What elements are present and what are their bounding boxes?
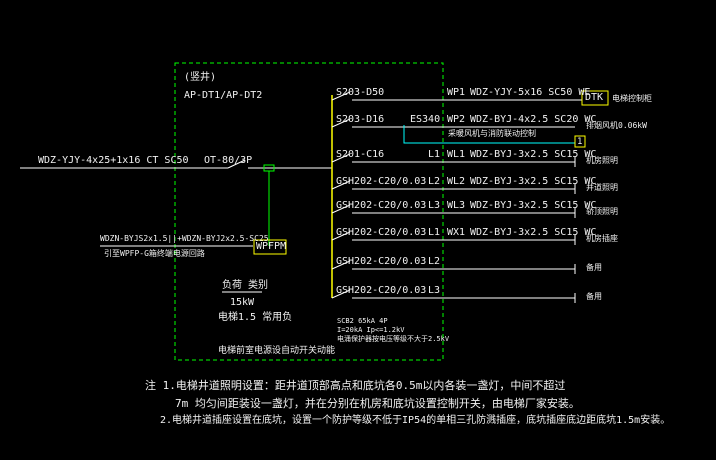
breaker-label: S203-D16 (336, 114, 385, 125)
breaker-label: GSH202-C20/0.03 (336, 200, 427, 211)
breaker-label: S201-C16 (336, 149, 385, 160)
fire-monitor-cable: WDZN-BYJS2x1.5||+WDZN-BYJ2x2.5-SC25 (100, 234, 269, 243)
load-name: 备用 (586, 292, 602, 301)
note-1b: 7m 均匀间距装设一盏灯，并在分别在机房和底坑设置控制开关，由电梯厂家安装。 (175, 397, 580, 410)
load-name: 机房照明 (586, 156, 618, 165)
breaker-label: GSH202-C20/0.03 (336, 227, 427, 238)
load-power: 15kW (230, 297, 255, 308)
breaker-label: GSH202-C20/0.03 (336, 285, 427, 296)
panel-note: 电梯前室电源设自动开关动能 (218, 346, 336, 356)
note-2: 2.电梯井道插座设置在底坑，设置一个防护等级不低于IP54的单相三孔防溅插座，底… (160, 415, 671, 426)
ann-label: 1 (577, 137, 583, 147)
cable-label: WDZ-YJY-5x16 SC50 WE (470, 87, 591, 98)
phase-label: L3 (428, 200, 441, 211)
fire-monitor-device: WPFPM (256, 241, 287, 252)
phase-label: L3 (428, 285, 441, 296)
dtk-label: DTK (585, 92, 604, 103)
main-switch-label: OT-80/3P (204, 155, 253, 166)
circuit-id: WL1 (447, 149, 466, 160)
load-label: 负荷 类别 (222, 280, 269, 291)
cable-label: WDZ-BYJ-3x2.5 SC15 WC (470, 200, 597, 211)
spd-line1: I=20kA Ip<=1.2kV (337, 326, 405, 334)
circuit-id: WP1 (447, 87, 466, 98)
spd-model: SCB2 65kA 4P (337, 317, 388, 325)
breaker-label: GSH202-C20/0.03 (336, 256, 427, 267)
phase-label: L2 (428, 256, 441, 267)
phase-label: L2 (428, 176, 441, 187)
load-level: 电梯1.5 常用负 (218, 312, 293, 323)
load-name: 轿顶照明 (586, 207, 618, 216)
circuit-id: WL3 (447, 200, 466, 211)
load-name: 电梯控制柜 (612, 94, 652, 103)
breaker-label: GSH202-C20/0.03 (336, 176, 427, 187)
cable-label: WDZ-BYJ-3x2.5 SC15 WC (470, 149, 597, 160)
panel-boundary (174, 62, 444, 361)
cable-label: WDZ-BYJ-3x2.5 SC15 WC (470, 227, 597, 238)
phase-label: L1 (428, 149, 441, 160)
circuit-id: WL2 (447, 176, 466, 187)
switch-label: ES340 (410, 114, 441, 125)
load-name: 机房插座 (586, 234, 618, 243)
load-name: 井道照明 (586, 183, 618, 192)
spd-line2: 电涌保护器按电压等级不大于2.5kV (337, 335, 450, 343)
note-1: 注 1.电梯井道照明设置：距井道顶部高点和底坑各0.5m以内各装一盏灯，中间不超… (145, 379, 566, 392)
fire-monitor-note: 引至WPFP-G箱终端电源回路 (104, 249, 205, 258)
cable-label: WDZ-BYJ-3x2.5 SC15 WC (470, 176, 597, 187)
cable-label: WDZ-BYJ-4x2.5 SC20 WC (470, 114, 597, 125)
breaker-label: S203-D50 (336, 87, 385, 98)
circuit-id: WX1 (447, 227, 466, 238)
panel-name: AP-DT1/AP-DT2 (184, 90, 263, 101)
phase-label: L1 (428, 227, 441, 238)
feeder-cable: WDZ-YJY-4x25+1x16 CT SC50 (38, 155, 189, 166)
sub-load-name: 采暖风机与消防联动控制 (448, 129, 536, 138)
panel-location: (竖井) (184, 72, 217, 83)
load-name: 排烟风机0.06kW (586, 121, 647, 130)
load-name: 备用 (586, 263, 602, 272)
circuit-id: WP2 (447, 114, 466, 125)
